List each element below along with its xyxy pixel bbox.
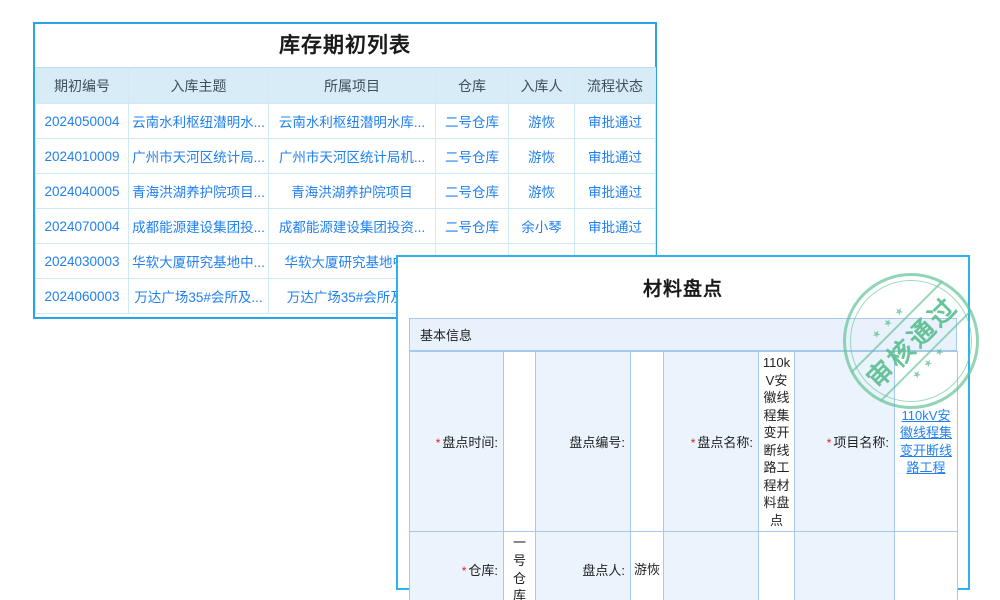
col-header-id: 期初编号 (36, 68, 129, 104)
cell-id[interactable]: 2024010009 (36, 139, 129, 174)
cell-project: 广州市天河区统计局机... (269, 139, 436, 174)
inventory-name-label: *盘点名称: (664, 352, 759, 532)
required-marker: * (462, 564, 467, 578)
cell-id[interactable]: 2024070004 (36, 209, 129, 244)
col-header-person: 入库人 (509, 68, 575, 104)
empty-value-cell (759, 532, 795, 600)
inventory-number-label: 盘点编号: (536, 352, 631, 532)
col-header-subject: 入库主题 (129, 68, 269, 104)
project-link[interactable]: 110kV安徽线程集变开断线路工程 (900, 408, 952, 476)
cell-person: 余小琴 (509, 209, 575, 244)
cell-person: 游恢 (509, 139, 575, 174)
required-marker: * (691, 436, 696, 450)
table-row[interactable]: 2024040005 青海洪湖养护院项目... 青海洪湖养护院项目 二号仓库 游… (36, 174, 656, 209)
page-title: 库存期初列表 (35, 24, 655, 67)
inventory-number-value[interactable] (631, 352, 664, 532)
cell-warehouse: 二号仓库 (436, 139, 509, 174)
inventory-person-value: 游恢 (631, 532, 664, 600)
inventory-person-label: 盘点人: (536, 532, 631, 600)
cell-warehouse: 二号仓库 (436, 174, 509, 209)
cell-subject: 云南水利枢纽潜明水... (129, 104, 269, 139)
cell-person: 游恢 (509, 104, 575, 139)
status-badge: 审批通过 (575, 104, 656, 139)
empty-label-cell (795, 532, 895, 600)
cell-id[interactable]: 2024040005 (36, 174, 129, 209)
col-header-status: 流程状态 (575, 68, 656, 104)
cell-person: 游恢 (509, 174, 575, 209)
inventory-time-label: *盘点时间: (410, 352, 504, 532)
project-name-value: 110kV安徽线程集变开断线路工程 (895, 352, 958, 532)
cell-subject: 成都能源建设集团投... (129, 209, 269, 244)
status-badge: 审批通过 (575, 139, 656, 174)
cell-project: 云南水利枢纽潜明水库... (269, 104, 436, 139)
cell-subject: 广州市天河区统计局... (129, 139, 269, 174)
cell-project: 成都能源建设集团投资... (269, 209, 436, 244)
cell-id[interactable]: 2024050004 (36, 104, 129, 139)
empty-value-cell (895, 532, 958, 600)
col-header-warehouse: 仓库 (436, 68, 509, 104)
material-inventory-panel: 材料盘点 基本信息 *盘点时间: 盘点编号: *盘点名称: 110kV安徽线程集… (396, 255, 970, 590)
cell-warehouse: 二号仓库 (436, 209, 509, 244)
table-row[interactable]: 2024070004 成都能源建设集团投... 成都能源建设集团投资... 二号… (36, 209, 656, 244)
table-header-row: 期初编号 入库主题 所属项目 仓库 入库人 流程状态 (36, 68, 656, 104)
status-badge: 审批通过 (575, 209, 656, 244)
inventory-name-value: 110kV安徽线程集变开断线路工程材料盘点 (759, 352, 795, 532)
cell-warehouse: 二号仓库 (436, 104, 509, 139)
cell-subject: 万达广场35#会所及... (129, 279, 269, 314)
basic-info-grid: *盘点时间: 盘点编号: *盘点名称: 110kV安徽线程集变开断线路工程材料盘… (409, 351, 958, 600)
cell-project: 青海洪湖养护院项目 (269, 174, 436, 209)
required-marker: * (436, 436, 441, 450)
table-row[interactable]: 2024010009 广州市天河区统计局... 广州市天河区统计局机... 二号… (36, 139, 656, 174)
inventory-time-value[interactable] (504, 352, 536, 532)
section-header-basic-info: 基本信息 (409, 318, 957, 351)
cell-subject: 青海洪湖养护院项目... (129, 174, 269, 209)
project-name-label: *项目名称: (795, 352, 895, 532)
col-header-project: 所属项目 (269, 68, 436, 104)
warehouse-label: *仓库: (410, 532, 504, 600)
cell-id[interactable]: 2024060003 (36, 279, 129, 314)
cell-subject: 华软大厦研究基地中... (129, 244, 269, 279)
form-title: 材料盘点 (398, 257, 968, 318)
cell-id[interactable]: 2024030003 (36, 244, 129, 279)
empty-label-cell (664, 532, 759, 600)
table-row[interactable]: 2024050004 云南水利枢纽潜明水... 云南水利枢纽潜明水库... 二号… (36, 104, 656, 139)
status-badge: 审批通过 (575, 174, 656, 209)
required-marker: * (827, 436, 832, 450)
warehouse-value: 一号仓库 (504, 532, 536, 600)
